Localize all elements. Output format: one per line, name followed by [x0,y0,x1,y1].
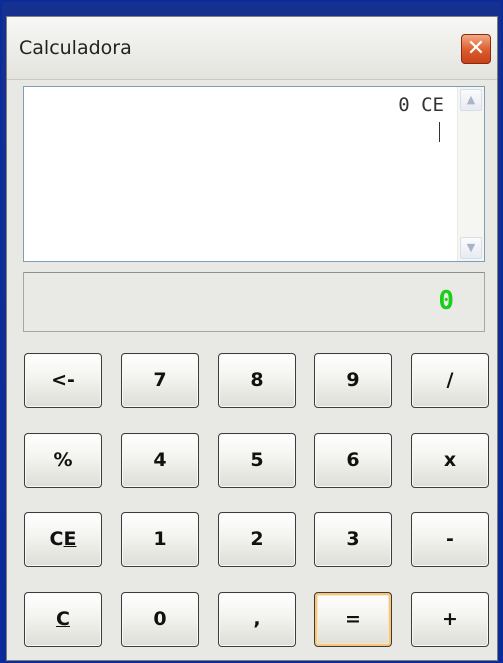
digit-6-button[interactable]: 6 [314,433,392,488]
clear-button[interactable]: C [24,592,102,647]
multiply-button[interactable]: x [411,433,489,488]
digit-7-button[interactable]: 7 [121,353,199,408]
clear-label: C [56,608,70,630]
clear-entry-button[interactable]: CE [24,512,102,567]
clear-entry-label-e: E [63,528,77,550]
digit-5-button[interactable]: 5 [218,433,296,488]
equals-button[interactable]: = [314,592,392,647]
divide-button[interactable]: / [411,353,489,408]
decimal-button[interactable]: , [218,592,296,647]
backspace-button[interactable]: <- [24,353,102,408]
digit-3-button[interactable]: 3 [314,512,392,567]
digit-4-button[interactable]: 4 [121,433,199,488]
percent-button[interactable]: % [24,433,102,488]
calculator-window: Calculadora ✕ 0 CE ▲ ▼ 0 <- 7 8 9 / % 4 … [6,16,498,661]
digit-1-button[interactable]: 1 [121,512,199,567]
digit-9-button[interactable]: 9 [314,353,392,408]
keypad: <- 7 8 9 / % 4 5 6 x CE 1 2 3 - C 0 , = … [7,17,497,657]
plus-button[interactable]: + [411,592,489,647]
minus-button[interactable]: - [411,512,489,567]
digit-8-button[interactable]: 8 [218,353,296,408]
clear-entry-label-c: C [49,528,64,550]
digit-0-button[interactable]: 0 [121,592,199,647]
desktop-frame: Calculadora ✕ 0 CE ▲ ▼ 0 <- 7 8 9 / % 4 … [0,0,503,663]
digit-2-button[interactable]: 2 [218,512,296,567]
